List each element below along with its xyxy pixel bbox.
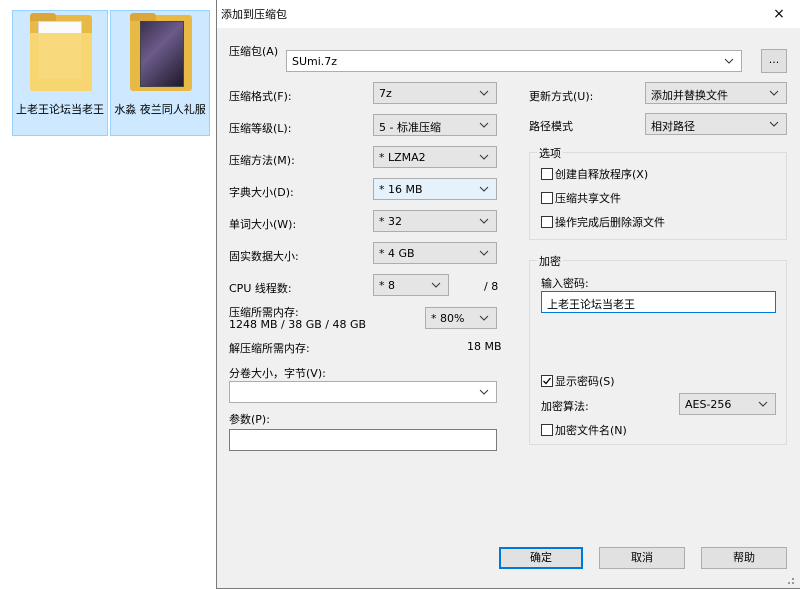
sfx-label: 创建自释放程序(X) bbox=[555, 168, 649, 181]
chevron-down-icon bbox=[479, 90, 489, 96]
chevron-down-icon bbox=[769, 121, 779, 127]
delete-checkbox[interactable]: 操作完成后删除源文件 bbox=[541, 214, 665, 230]
password-label: 输入密码: bbox=[541, 277, 589, 290]
browse-button[interactable]: ... bbox=[761, 49, 787, 73]
add-to-archive-dialog: 添加到压缩包 × 压缩包(A) SUmi.7z ... 压缩格式(F): 7z … bbox=[216, 0, 800, 589]
method-label: 压缩方法(M): bbox=[229, 154, 295, 167]
desktop: 上老王论坛当老王 水淼 夜兰同人礼服 bbox=[0, 0, 215, 589]
mem-percent-value: * 80% bbox=[431, 312, 465, 325]
dialog-title: 添加到压缩包 bbox=[221, 8, 287, 21]
split-combo[interactable] bbox=[229, 381, 497, 403]
chevron-down-icon bbox=[431, 282, 441, 288]
params-label: 参数(P): bbox=[229, 413, 270, 426]
close-icon[interactable]: × bbox=[757, 0, 800, 28]
password-input[interactable]: 上老王论坛当老王 bbox=[541, 291, 776, 313]
folder-label: 上老王论坛当老王 bbox=[16, 103, 104, 116]
checkbox-icon bbox=[541, 192, 553, 204]
delete-label: 操作完成后删除源文件 bbox=[555, 216, 665, 229]
dict-label: 字典大小(D): bbox=[229, 186, 294, 199]
format-select[interactable]: 7z bbox=[373, 82, 497, 104]
dict-select[interactable]: * 16 MB bbox=[373, 178, 497, 200]
word-select[interactable]: * 32 bbox=[373, 210, 497, 232]
show-password-checkbox[interactable]: 显示密码(S) bbox=[541, 373, 615, 389]
chevron-down-icon bbox=[479, 122, 489, 128]
chevron-down-icon bbox=[479, 218, 489, 224]
archive-value: SUmi.7z bbox=[292, 55, 338, 68]
chevron-down-icon bbox=[479, 154, 489, 160]
chevron-down-icon bbox=[479, 186, 489, 192]
encryption-title: 加密 bbox=[537, 253, 563, 269]
chevron-down-icon bbox=[479, 250, 489, 256]
help-button[interactable]: 帮助 bbox=[701, 547, 787, 569]
method-value: * LZMA2 bbox=[379, 151, 426, 164]
method-select[interactable]: * LZMA2 bbox=[373, 146, 497, 168]
options-title: 选项 bbox=[537, 145, 563, 161]
split-label: 分卷大小，字节(V): bbox=[229, 367, 326, 380]
shared-checkbox[interactable]: 压缩共享文件 bbox=[541, 190, 621, 206]
archive-label: 压缩包(A) bbox=[229, 45, 279, 58]
folder-icon bbox=[130, 13, 192, 95]
solid-value: * 4 GB bbox=[379, 247, 415, 260]
checkmark-icon bbox=[541, 375, 553, 387]
chevron-down-icon bbox=[479, 315, 489, 321]
encrypt-names-checkbox[interactable]: 加密文件名(N) bbox=[541, 422, 627, 438]
solid-label: 固实数据大小: bbox=[229, 250, 299, 263]
threads-label: CPU 线程数: bbox=[229, 282, 292, 295]
format-label: 压缩格式(F): bbox=[229, 90, 292, 103]
enc-method-value: AES-256 bbox=[685, 398, 732, 411]
threads-select[interactable]: * 8 bbox=[373, 274, 449, 296]
word-value: * 32 bbox=[379, 215, 402, 228]
update-label: 更新方式(U): bbox=[529, 90, 594, 103]
resize-grip-icon[interactable] bbox=[758, 578, 798, 586]
params-input[interactable] bbox=[229, 429, 497, 451]
cancel-button[interactable]: 取消 bbox=[599, 547, 685, 569]
chevron-down-icon bbox=[479, 389, 489, 395]
chevron-down-icon bbox=[769, 90, 779, 96]
level-value: 5 - 标准压缩 bbox=[379, 121, 441, 134]
update-value: 添加并替换文件 bbox=[651, 89, 728, 102]
dmem-label: 解压缩所需内存: bbox=[229, 342, 310, 355]
path-value: 相对路径 bbox=[651, 120, 695, 133]
folder-item[interactable]: 水淼 夜兰同人礼服 bbox=[110, 10, 210, 136]
chevron-down-icon bbox=[758, 401, 768, 407]
word-label: 单词大小(W): bbox=[229, 218, 297, 231]
checkbox-icon bbox=[541, 168, 553, 180]
dmem-value: 18 MB bbox=[467, 340, 502, 353]
enc-method-select[interactable]: AES-256 bbox=[679, 393, 776, 415]
password-value: 上老王论坛当老王 bbox=[547, 298, 635, 311]
checkbox-icon bbox=[541, 216, 553, 228]
enc-method-label: 加密算法: bbox=[541, 400, 589, 413]
path-select[interactable]: 相对路径 bbox=[645, 113, 787, 135]
threads-value: * 8 bbox=[379, 279, 395, 292]
encrypt-names-label: 加密文件名(N) bbox=[555, 424, 627, 437]
mem-value: 1248 MB / 38 GB / 48 GB bbox=[229, 318, 367, 331]
sfx-checkbox[interactable]: 创建自释放程序(X) bbox=[541, 166, 648, 182]
path-label: 路径模式 bbox=[529, 120, 573, 133]
level-select[interactable]: 5 - 标准压缩 bbox=[373, 114, 497, 136]
level-label: 压缩等级(L): bbox=[229, 122, 292, 135]
mem-percent-select[interactable]: * 80% bbox=[425, 307, 497, 329]
folder-item[interactable]: 上老王论坛当老王 bbox=[12, 10, 108, 136]
chevron-down-icon bbox=[724, 58, 734, 64]
format-value: 7z bbox=[379, 87, 392, 100]
solid-select[interactable]: * 4 GB bbox=[373, 242, 497, 264]
title-bar: 添加到压缩包 × bbox=[217, 0, 800, 28]
threads-max: / 8 bbox=[484, 280, 499, 293]
checkbox-icon bbox=[541, 424, 553, 436]
folder-icon bbox=[30, 13, 92, 95]
dict-value: * 16 MB bbox=[379, 183, 423, 196]
ok-button[interactable]: 确定 bbox=[499, 547, 583, 569]
archive-combo[interactable]: SUmi.7z bbox=[286, 50, 742, 72]
update-select[interactable]: 添加并替换文件 bbox=[645, 82, 787, 104]
shared-label: 压缩共享文件 bbox=[555, 192, 621, 205]
show-password-label: 显示密码(S) bbox=[555, 375, 615, 388]
folder-label: 水淼 夜兰同人礼服 bbox=[114, 103, 206, 116]
